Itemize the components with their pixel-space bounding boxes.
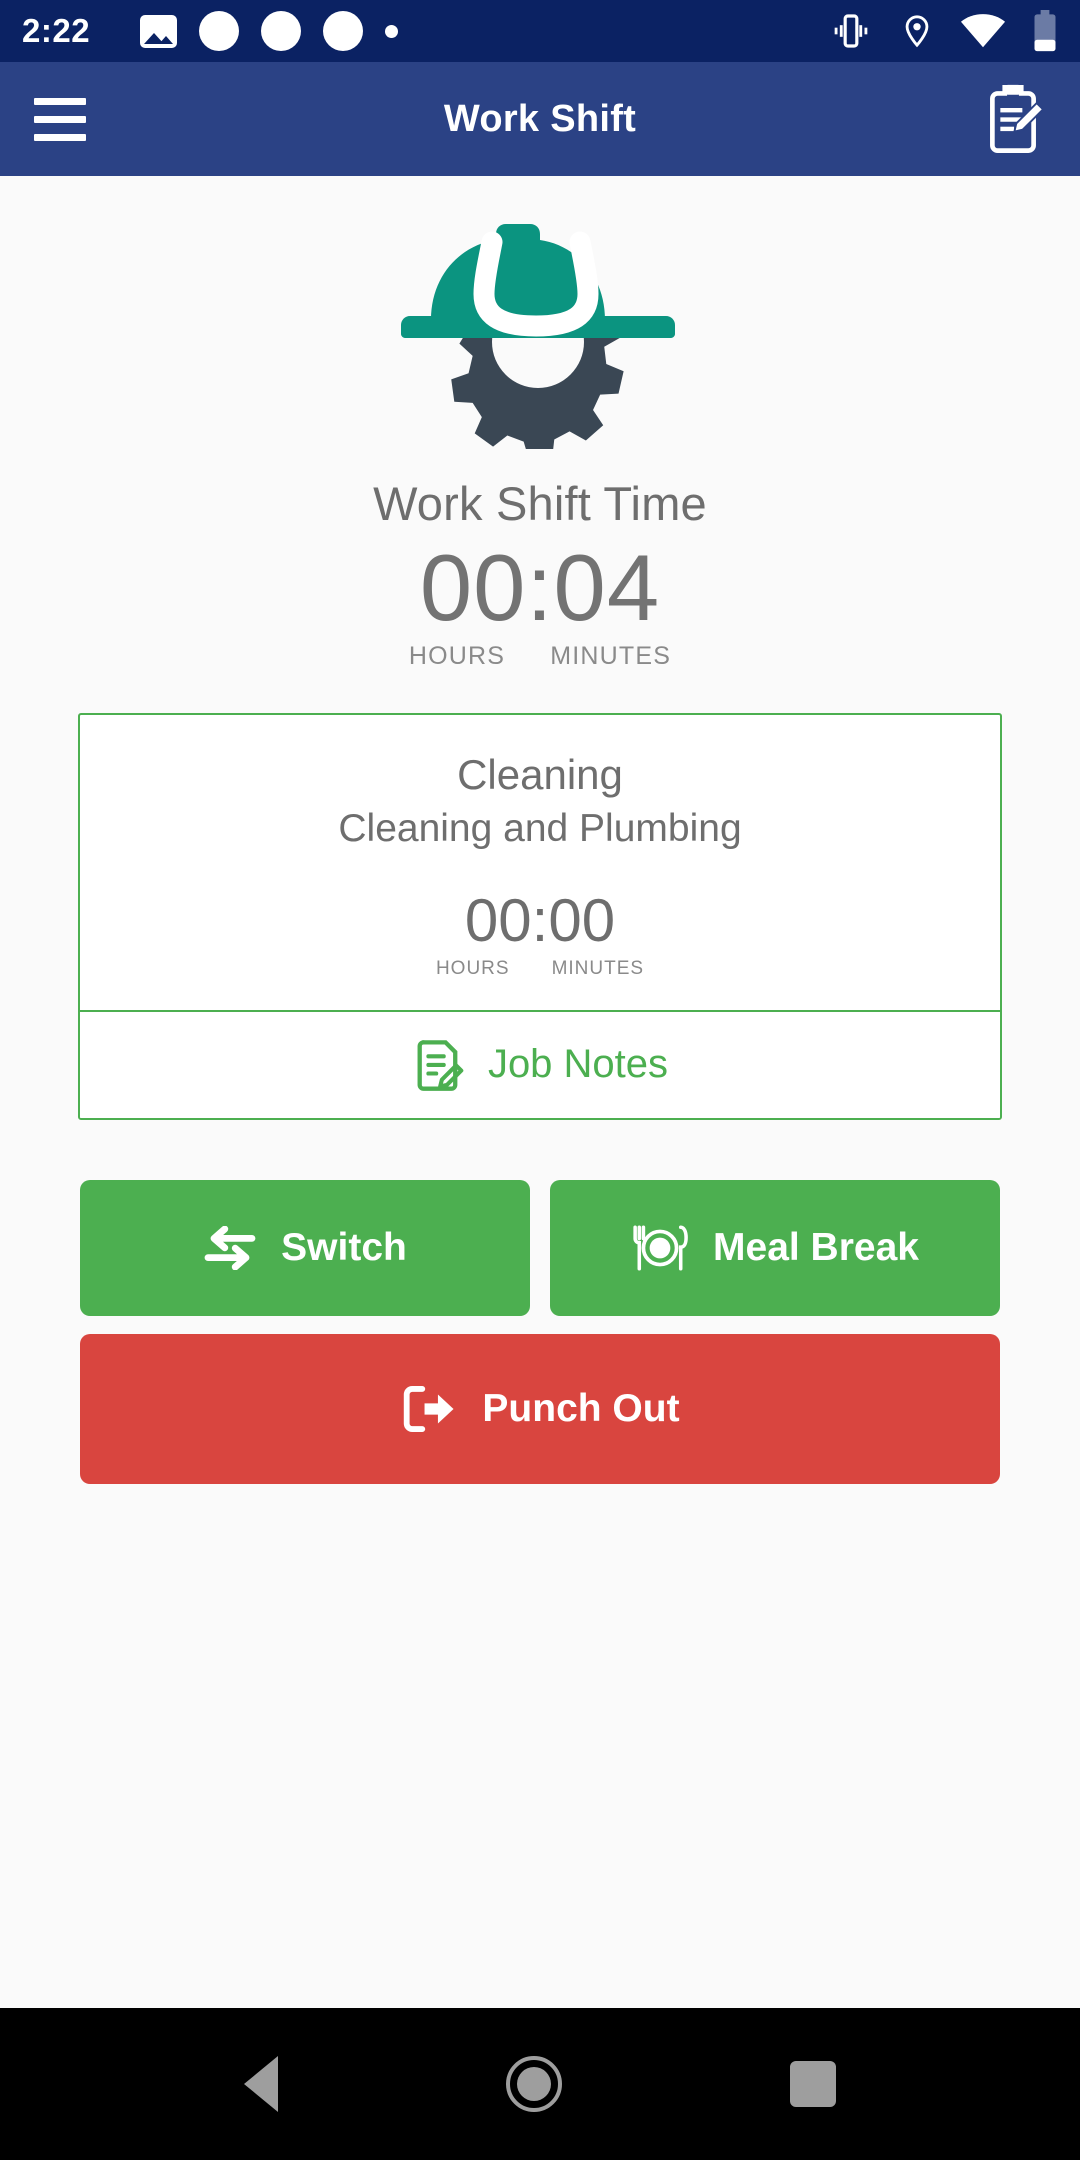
home-circle-icon[interactable] (506, 2056, 562, 2112)
shift-minutes-label: MINUTES (550, 641, 672, 670)
switch-button-label: Switch (281, 1225, 407, 1269)
shift-hours-label: HOURS (408, 641, 506, 670)
job-card-body: Cleaning Cleaning and Plumbing 00:00 HOU… (80, 715, 1000, 1010)
dot-notification-icon (385, 24, 399, 38)
job-units: HOURS MINUTES (80, 958, 1000, 980)
shift-title: Work Shift Time (373, 477, 707, 530)
recents-square-icon[interactable] (790, 2061, 836, 2107)
cutlery-plate-icon (633, 1225, 688, 1271)
exit-arrow-icon (404, 1385, 454, 1432)
phone-screen: 2:22 Work Shift Work Shift Time 00:04 HO… (0, 0, 1080, 2160)
punch-out-button-label: Punch Out (482, 1386, 680, 1430)
status-bar: 2:22 (0, 0, 1080, 62)
circle-notification-icon (261, 11, 302, 51)
meal-break-button-label: Meal Break (713, 1225, 919, 1269)
job-card: Cleaning Cleaning and Plumbing 00:00 HOU… (78, 712, 1002, 1120)
job-minutes-label: MINUTES (551, 957, 645, 979)
switch-button[interactable]: Switch (80, 1179, 530, 1316)
hamburger-menu-icon[interactable] (34, 97, 86, 141)
clipboard-edit-icon[interactable] (980, 82, 1046, 156)
app-bar: Work Shift (0, 62, 1080, 176)
job-notes-label: Job Notes (487, 1042, 669, 1087)
shift-timer: 00:04 (419, 535, 661, 640)
battery-icon (1034, 10, 1056, 52)
action-button-row: Switch Meal Break (40, 1179, 1040, 1316)
job-hours-label: HOURS (435, 957, 510, 979)
main-content: Work Shift Time 00:04 HOURS MINUTES Clea… (0, 176, 1080, 2008)
status-bar-left: 2:22 (22, 11, 828, 51)
page-title: Work Shift (443, 97, 637, 140)
circle-notification-icon (323, 11, 364, 51)
job-timer: 00:00 (464, 886, 616, 954)
status-bar-clock: 2:22 (22, 12, 91, 49)
note-edit-icon (417, 1040, 464, 1091)
back-triangle-icon[interactable] (244, 2056, 278, 2112)
wifi-icon (960, 14, 1006, 48)
image-icon (140, 14, 178, 48)
circle-notification-icon (199, 11, 240, 51)
job-name: Cleaning (457, 750, 623, 798)
shift-units: HOURS MINUTES (409, 642, 671, 671)
swap-arrows-icon (204, 1225, 256, 1270)
job-description: Cleaning and Plumbing (338, 807, 742, 851)
android-nav-bar (0, 2008, 1080, 2160)
status-bar-right (828, 10, 1058, 52)
meal-break-button[interactable]: Meal Break (550, 1179, 1000, 1316)
punch-out-row: Punch Out (40, 1333, 1040, 1484)
location-icon (905, 15, 929, 48)
vibrate-icon (834, 14, 868, 48)
hardhat-gear-logo (390, 214, 690, 459)
job-notes-button[interactable]: Job Notes (80, 1009, 1000, 1118)
punch-out-button[interactable]: Punch Out (80, 1333, 1000, 1484)
